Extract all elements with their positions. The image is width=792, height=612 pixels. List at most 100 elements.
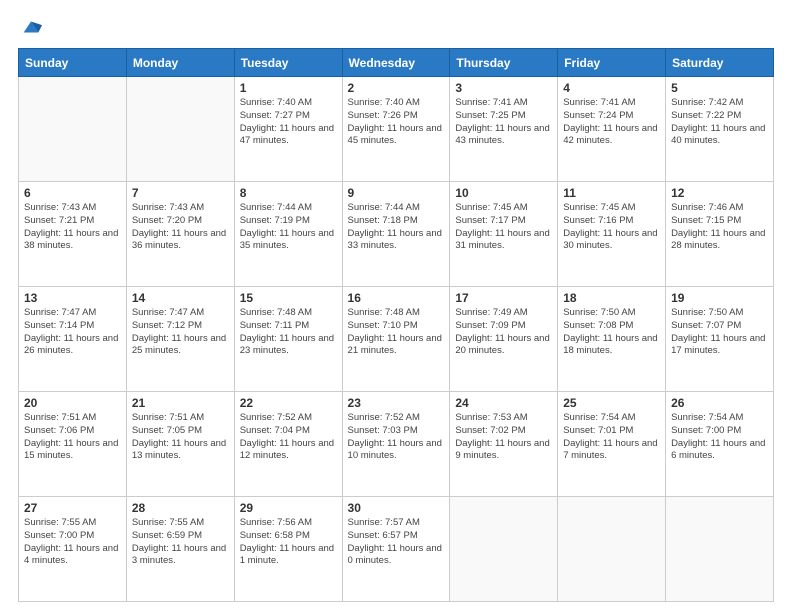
day-info: Sunrise: 7:45 AMSunset: 7:17 PMDaylight:… (455, 202, 552, 253)
calendar-cell: 27 Sunrise: 7:55 AMSunset: 7:00 PMDayligh… (19, 497, 127, 602)
weekday-header-tuesday: Tuesday (234, 49, 342, 77)
calendar-cell (126, 77, 234, 182)
logo (18, 16, 42, 38)
day-number: 12 (671, 186, 768, 200)
day-number: 30 (348, 501, 445, 515)
calendar-week-1: 1 Sunrise: 7:40 AMSunset: 7:27 PMDaylight… (19, 77, 774, 182)
calendar-cell (19, 77, 127, 182)
day-number: 24 (455, 396, 552, 410)
day-info: Sunrise: 7:47 AMSunset: 7:12 PMDaylight:… (132, 307, 229, 358)
logo-text (18, 16, 42, 38)
calendar-cell: 19 Sunrise: 7:50 AMSunset: 7:07 PMDayligh… (666, 287, 774, 392)
calendar-cell: 24 Sunrise: 7:53 AMSunset: 7:02 PMDayligh… (450, 392, 558, 497)
calendar-cell: 29 Sunrise: 7:56 AMSunset: 6:58 PMDayligh… (234, 497, 342, 602)
calendar-cell: 7 Sunrise: 7:43 AMSunset: 7:20 PMDaylight… (126, 182, 234, 287)
day-info: Sunrise: 7:54 AMSunset: 7:01 PMDaylight:… (563, 412, 660, 463)
day-number: 26 (671, 396, 768, 410)
weekday-header-sunday: Sunday (19, 49, 127, 77)
calendar-cell: 11 Sunrise: 7:45 AMSunset: 7:16 PMDayligh… (558, 182, 666, 287)
day-number: 22 (240, 396, 337, 410)
day-info: Sunrise: 7:43 AMSunset: 7:21 PMDaylight:… (24, 202, 121, 253)
calendar-cell (666, 497, 774, 602)
day-number: 11 (563, 186, 660, 200)
calendar-cell: 30 Sunrise: 7:57 AMSunset: 6:57 PMDayligh… (342, 497, 450, 602)
calendar-cell: 10 Sunrise: 7:45 AMSunset: 7:17 PMDayligh… (450, 182, 558, 287)
calendar-table: SundayMondayTuesdayWednesdayThursdayFrid… (18, 48, 774, 602)
calendar-cell: 25 Sunrise: 7:54 AMSunset: 7:01 PMDayligh… (558, 392, 666, 497)
calendar-cell: 14Sunrise: 7:47 AMSunset: 7:12 PMDayligh… (126, 287, 234, 392)
calendar-cell: 20 Sunrise: 7:51 AMSunset: 7:06 PMDayligh… (19, 392, 127, 497)
calendar-cell: 18 Sunrise: 7:50 AMSunset: 7:08 PMDayligh… (558, 287, 666, 392)
calendar-cell: 9 Sunrise: 7:44 AMSunset: 7:18 PMDaylight… (342, 182, 450, 287)
day-info: Sunrise: 7:55 AMSunset: 7:00 PMDaylight:… (24, 517, 121, 568)
calendar-cell (558, 497, 666, 602)
day-number: 20 (24, 396, 121, 410)
day-number: 15 (240, 291, 337, 305)
day-number: 13 (24, 291, 121, 305)
day-info: Sunrise: 7:46 AMSunset: 7:15 PMDaylight:… (671, 202, 768, 253)
day-number: 18 (563, 291, 660, 305)
calendar-cell: 22Sunrise: 7:52 AMSunset: 7:04 PMDayligh… (234, 392, 342, 497)
logo-icon (20, 16, 42, 38)
day-info: Sunrise: 7:54 AMSunset: 7:00 PMDaylight:… (671, 412, 768, 463)
calendar-cell: 28 Sunrise: 7:55 AMSunset: 6:59 PMDayligh… (126, 497, 234, 602)
calendar-week-5: 27 Sunrise: 7:55 AMSunset: 7:00 PMDayligh… (19, 497, 774, 602)
weekday-header-thursday: Thursday (450, 49, 558, 77)
day-info: Sunrise: 7:40 AMSunset: 7:27 PMDaylight:… (240, 97, 337, 148)
day-number: 28 (132, 501, 229, 515)
day-info: Sunrise: 7:45 AMSunset: 7:16 PMDaylight:… (563, 202, 660, 253)
weekday-header-saturday: Saturday (666, 49, 774, 77)
calendar-cell: 17Sunrise: 7:49 AMSunset: 7:09 PMDayligh… (450, 287, 558, 392)
day-number: 1 (240, 81, 337, 95)
day-info: Sunrise: 7:52 AMSunset: 7:03 PMDaylight:… (348, 412, 445, 463)
day-info: Sunrise: 7:50 AMSunset: 7:07 PMDaylight:… (671, 307, 768, 358)
day-number: 6 (24, 186, 121, 200)
day-info: Sunrise: 7:51 AMSunset: 7:05 PMDaylight:… (132, 412, 229, 463)
day-info: Sunrise: 7:44 AMSunset: 7:18 PMDaylight:… (348, 202, 445, 253)
day-info: Sunrise: 7:48 AMSunset: 7:11 PMDaylight:… (240, 307, 337, 358)
calendar-cell: 21 Sunrise: 7:51 AMSunset: 7:05 PMDayligh… (126, 392, 234, 497)
day-number: 29 (240, 501, 337, 515)
weekday-header-row: SundayMondayTuesdayWednesdayThursdayFrid… (19, 49, 774, 77)
calendar-week-4: 20 Sunrise: 7:51 AMSunset: 7:06 PMDayligh… (19, 392, 774, 497)
calendar-cell: 3 Sunrise: 7:41 AMSunset: 7:25 PMDaylight… (450, 77, 558, 182)
day-number: 9 (348, 186, 445, 200)
day-number: 4 (563, 81, 660, 95)
calendar-cell: 4 Sunrise: 7:41 AMSunset: 7:24 PMDaylight… (558, 77, 666, 182)
day-info: Sunrise: 7:55 AMSunset: 6:59 PMDaylight:… (132, 517, 229, 568)
day-info: Sunrise: 7:56 AMSunset: 6:58 PMDaylight:… (240, 517, 337, 568)
day-info: Sunrise: 7:44 AMSunset: 7:19 PMDaylight:… (240, 202, 337, 253)
calendar-cell (450, 497, 558, 602)
day-number: 10 (455, 186, 552, 200)
day-info: Sunrise: 7:51 AMSunset: 7:06 PMDaylight:… (24, 412, 121, 463)
day-info: Sunrise: 7:47 AMSunset: 7:14 PMDaylight:… (24, 307, 121, 358)
day-info: Sunrise: 7:41 AMSunset: 7:25 PMDaylight:… (455, 97, 552, 148)
day-number: 17 (455, 291, 552, 305)
day-number: 25 (563, 396, 660, 410)
day-number: 7 (132, 186, 229, 200)
calendar-cell: 5Sunrise: 7:42 AMSunset: 7:22 PMDaylight… (666, 77, 774, 182)
day-number: 27 (24, 501, 121, 515)
calendar-cell: 8Sunrise: 7:44 AMSunset: 7:19 PMDaylight… (234, 182, 342, 287)
day-number: 21 (132, 396, 229, 410)
calendar-cell: 26 Sunrise: 7:54 AMSunset: 7:00 PMDayligh… (666, 392, 774, 497)
weekday-header-monday: Monday (126, 49, 234, 77)
calendar-cell: 13 Sunrise: 7:47 AMSunset: 7:14 PMDayligh… (19, 287, 127, 392)
day-number: 19 (671, 291, 768, 305)
day-info: Sunrise: 7:43 AMSunset: 7:20 PMDaylight:… (132, 202, 229, 253)
day-number: 3 (455, 81, 552, 95)
calendar-cell: 16Sunrise: 7:48 AMSunset: 7:10 PMDayligh… (342, 287, 450, 392)
weekday-header-friday: Friday (558, 49, 666, 77)
header (18, 16, 774, 38)
calendar-week-2: 6 Sunrise: 7:43 AMSunset: 7:21 PMDaylight… (19, 182, 774, 287)
day-info: Sunrise: 7:41 AMSunset: 7:24 PMDaylight:… (563, 97, 660, 148)
weekday-header-wednesday: Wednesday (342, 49, 450, 77)
calendar-cell: 12 Sunrise: 7:46 AMSunset: 7:15 PMDayligh… (666, 182, 774, 287)
calendar-cell: 23Sunrise: 7:52 AMSunset: 7:03 PMDayligh… (342, 392, 450, 497)
day-info: Sunrise: 7:50 AMSunset: 7:08 PMDaylight:… (563, 307, 660, 358)
day-info: Sunrise: 7:57 AMSunset: 6:57 PMDaylight:… (348, 517, 445, 568)
day-info: Sunrise: 7:48 AMSunset: 7:10 PMDaylight:… (348, 307, 445, 358)
day-info: Sunrise: 7:53 AMSunset: 7:02 PMDaylight:… (455, 412, 552, 463)
page: SundayMondayTuesdayWednesdayThursdayFrid… (0, 0, 792, 612)
calendar-cell: 1 Sunrise: 7:40 AMSunset: 7:27 PMDaylight… (234, 77, 342, 182)
